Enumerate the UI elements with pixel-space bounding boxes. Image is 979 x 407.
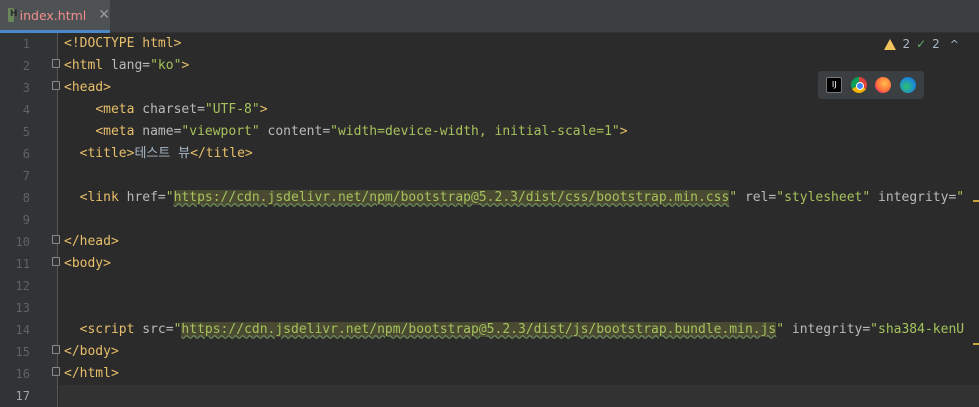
code-line-5: <meta name="viewport" content="width=dev… — [64, 121, 964, 143]
tag-end: > — [259, 102, 268, 117]
line-number: 13 — [15, 301, 30, 315]
code-line-14: <script src= "https://cdn.jsdelivr.net/np… — [64, 319, 964, 341]
tag-meta: <meta — [95, 102, 143, 117]
tab-index-html[interactable]: index.html ✕ — [0, 0, 110, 33]
line-number: 8 — [22, 191, 30, 205]
warning-count: 2 — [902, 37, 911, 51]
line-numbers: 1 2 3 4 5 6 7 8 9 10 11 12 13 14 15 16 1… — [0, 33, 30, 407]
quote: " — [165, 190, 174, 205]
tag-title-open: <title> — [79, 146, 135, 161]
close-tab-icon[interactable]: ✕ — [98, 7, 110, 23]
weak-warning-check-icon: ✓ — [916, 37, 927, 51]
line-number: 15 — [15, 345, 30, 359]
tag-end: > — [619, 124, 628, 139]
value-rel: "stylesheet" — [776, 190, 871, 205]
code-line-4: <meta charset="UTF-8"> — [64, 99, 964, 121]
chrome-icon[interactable] — [850, 77, 867, 93]
code-line-6: <title>테스트 뷰</title> — [64, 143, 964, 165]
value-name: "viewport" — [181, 124, 260, 139]
attr-content: content= — [259, 124, 331, 139]
code-line-11: <body> — [64, 253, 964, 275]
attr-src: src= — [142, 322, 174, 337]
line-number: 5 — [22, 125, 30, 139]
line-gutter: 1 2 3 4 5 6 7 8 9 10 11 12 13 14 15 16 1… — [0, 33, 60, 407]
warning-stripe[interactable] — [973, 343, 979, 345]
value-lang: "ko" — [150, 58, 182, 73]
tag-head: <head> — [64, 80, 111, 95]
attr-charset: charset= — [142, 102, 205, 117]
title-text: 테스트 뷰 — [134, 146, 191, 161]
code-line-8: <link href="https://cdn.jsdelivr.net/npm… — [64, 187, 964, 209]
attr-integrity: integrity= — [870, 190, 957, 205]
intellij-icon[interactable]: IJ — [826, 77, 843, 93]
line-number: 12 — [15, 279, 30, 293]
tag-html: <html — [64, 58, 111, 73]
tag-head-close: </head> — [64, 234, 119, 249]
value-integrity: "sha384-kenU — [870, 322, 965, 337]
attr-name: name= — [142, 124, 182, 139]
code-line-15: </body> — [64, 341, 964, 363]
tag-title-close: </title> — [190, 146, 253, 161]
tag-body: <body> — [64, 256, 111, 271]
tab-label: index.html — [19, 7, 87, 23]
line-number: 11 — [15, 257, 30, 271]
code-line-16: </html> — [64, 363, 964, 385]
line-number: 4 — [22, 103, 30, 117]
line-number: 7 — [22, 169, 30, 183]
editor-tab-bar: index.html ✕ — [0, 0, 979, 33]
chevron-up-icon[interactable]: ^ — [950, 38, 959, 51]
line-number: 2 — [22, 59, 30, 73]
doctype: <!DOCTYPE html> — [64, 36, 182, 51]
attr-lang: lang= — [110, 58, 151, 73]
attr-integrity: integrity= — [784, 322, 871, 337]
warning-icon — [884, 38, 897, 50]
line-number-current: 17 — [15, 389, 30, 403]
tag-script: <script — [79, 322, 143, 337]
firefox-icon[interactable] — [875, 77, 892, 93]
edge-icon[interactable] — [899, 77, 916, 93]
line-number: 14 — [15, 323, 30, 337]
line-number: 9 — [22, 213, 30, 227]
line-number: 1 — [22, 37, 30, 51]
tag-html-close: </html> — [64, 366, 119, 381]
tag-end: > — [181, 58, 190, 73]
inspection-widget[interactable]: 2 ✓ 2 ^ — [884, 37, 959, 51]
quote: " — [729, 190, 738, 205]
code-line-10: </head> — [64, 231, 964, 253]
line-number: 10 — [15, 235, 30, 249]
tag-body-close: </body> — [64, 344, 119, 359]
browser-preview-bar: IJ — [818, 71, 924, 99]
weak-warning-count: 2 — [932, 37, 940, 51]
code-line-1: <!DOCTYPE html> — [64, 33, 964, 55]
attr-href: href= — [126, 190, 166, 205]
attr-rel: rel= — [737, 190, 777, 205]
line-number: 3 — [22, 81, 30, 95]
value-charset: "UTF-8" — [204, 102, 260, 117]
line-number: 6 — [22, 147, 30, 161]
line-number: 16 — [15, 367, 30, 381]
tag-meta: <meta — [95, 124, 143, 139]
value-content: "width=device-width, initial-scale=1" — [330, 124, 620, 139]
quote: " — [776, 322, 785, 337]
js-url[interactable]: https://cdn.jsdelivr.net/npm/bootstrap@5… — [181, 322, 777, 337]
html-file-icon — [8, 8, 17, 22]
tag-link: <link — [79, 190, 127, 205]
value-integrity: " — [956, 190, 965, 205]
warning-stripe[interactable] — [973, 200, 979, 202]
css-url[interactable]: https://cdn.jsdelivr.net/npm/bootstrap@5… — [173, 190, 730, 205]
